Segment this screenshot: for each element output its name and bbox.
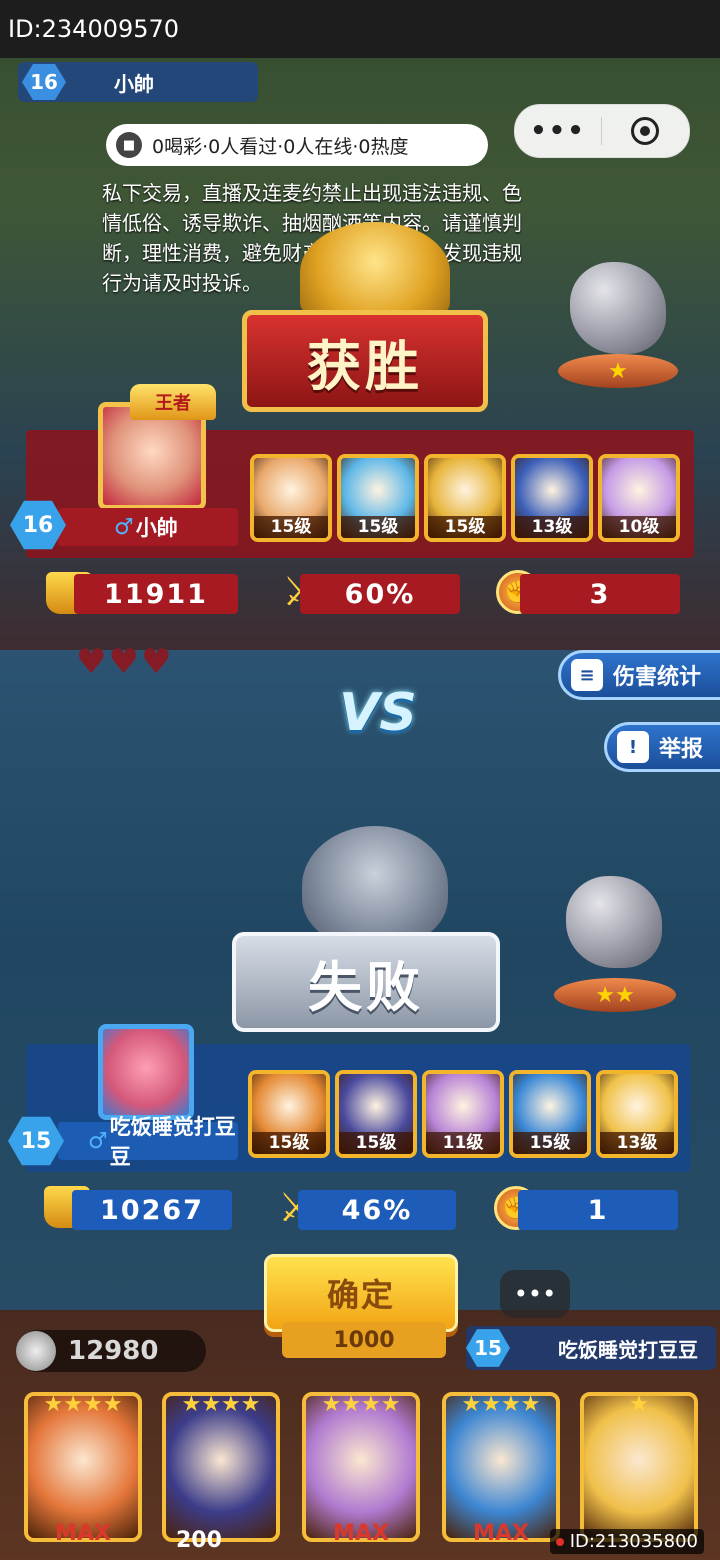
report-label: 举报 (659, 737, 704, 762)
card-max-label: MAX (473, 1521, 529, 1546)
loser-wins: 1 (518, 1190, 678, 1230)
loser-avatar[interactable] (98, 1024, 194, 1120)
winner-hero-card[interactable]: 15级 (250, 454, 332, 542)
king-crown-badge: 王者 (130, 384, 216, 420)
opponent-info-bar: 15 吃饭睡觉打豆豆 (466, 1326, 716, 1370)
male-gender-icon: ♂ (114, 514, 134, 540)
hero-level: 11级 (426, 1132, 500, 1154)
winner-hero-card[interactable]: 15级 (337, 454, 419, 542)
loser-hero-card[interactable]: 13级 (596, 1070, 678, 1158)
loser-win-rate: 46% (298, 1190, 456, 1230)
deck-card[interactable]: ★ (580, 1392, 698, 1542)
loser-name-tag: ♂ 吃饭睡觉打豆豆 (58, 1115, 238, 1169)
target-circle-icon (631, 117, 659, 145)
victory-banner: 获胜 (242, 310, 488, 412)
damage-stats-button[interactable]: ≡ 伤害统计 (558, 650, 720, 700)
loser-name: 吃饭睡觉打豆豆 (109, 1115, 236, 1169)
live-status-text: 0喝彩·0人看过·0人在线·0热度 (152, 135, 409, 158)
loser-hero-card[interactable]: 11级 (422, 1070, 504, 1158)
loser-trophy-count: 10267 (72, 1190, 232, 1230)
loser-hero-card[interactable]: 15级 (335, 1070, 417, 1158)
miniprogram-capsule: ••• (514, 104, 690, 158)
report-button[interactable]: ! 举报 (604, 722, 720, 772)
loser-hero-card[interactable]: 15级 (509, 1070, 591, 1158)
hero-level: 15级 (252, 1132, 326, 1154)
card-max-label: MAX (333, 1521, 389, 1546)
rock-icon (566, 876, 662, 968)
winner-wins: 3 (520, 574, 680, 614)
deck-card[interactable]: ★★★★ MAX (442, 1392, 560, 1546)
card-stars: ★★★★ (43, 1392, 123, 1417)
live-dot-icon (555, 1538, 564, 1546)
deck-card[interactable]: ★★★★ MAX (24, 1392, 142, 1546)
lock-icon: ■ (116, 132, 142, 158)
hero-level: 15级 (339, 1132, 413, 1154)
versus-label: VS (339, 683, 417, 743)
defeat-banner: 失败 (232, 932, 500, 1032)
more-dots-icon[interactable]: ••• (515, 116, 601, 146)
coin-balance: 12980 (16, 1330, 206, 1372)
hero-level: 15级 (341, 516, 415, 538)
top-id-label: ID:234009570 (0, 0, 720, 58)
winner-trophy-count: 11911 (74, 574, 238, 614)
notice-line: 私下交易，直播及连麦约禁止出现违法违规、色 (102, 181, 522, 205)
rock-icon (570, 262, 666, 354)
card-stars: ★ (629, 1392, 649, 1417)
hero-level: 13级 (600, 1132, 674, 1154)
winner-hero-card[interactable]: 10级 (598, 454, 680, 542)
deck-card[interactable]: ★★★★ (162, 1392, 280, 1542)
defeated-knight-icon (302, 826, 448, 946)
close-target-button[interactable] (602, 117, 688, 145)
chat-bubble-button[interactable]: ••• (500, 1270, 570, 1318)
loser-hero-card[interactable]: 15级 (248, 1070, 330, 1158)
confirm-button[interactable]: 确定 (264, 1254, 458, 1332)
center-value-tag: 1000 (282, 1322, 446, 1358)
opponent-level-badge: 15 (466, 1329, 510, 1367)
winner-name-tag: ♂ 小帥 (58, 508, 238, 546)
opponent-name: 吃饭睡觉打豆豆 (558, 1337, 698, 1362)
card-stars: ★★★★ (181, 1392, 261, 1417)
rock-pedestal-stars: ★★ (554, 978, 676, 1012)
card-max-label: MAX (55, 1521, 111, 1546)
hero-level: 13级 (515, 516, 589, 538)
top-player-hud: 16 小帥 (18, 62, 258, 102)
victory-trophy-icon (300, 222, 450, 322)
male-gender-icon: ♂ (88, 1128, 108, 1154)
damage-stats-label: 伤害统计 (613, 665, 702, 690)
card-stars: ★★★★ (461, 1392, 541, 1417)
winner-name: 小帥 (135, 516, 178, 540)
live-status-pill: ■ 0喝彩·0人看过·0人在线·0热度 (106, 124, 488, 166)
top-hud-name: 小帥 (114, 72, 154, 96)
hero-level: 15级 (513, 1132, 587, 1154)
damage-stats-icon: ≡ (571, 659, 603, 691)
hero-level: 15级 (428, 516, 502, 538)
bottom-id-label: ID:213035800 (549, 1529, 704, 1554)
rock-pedestal-stars: ★ (558, 354, 678, 388)
coin-amount: 12980 (68, 1336, 159, 1366)
hero-level: 10级 (602, 516, 676, 538)
card-stars: ★★★★ (321, 1392, 401, 1417)
card-cost: 200 (176, 1528, 222, 1553)
winner-hero-card[interactable]: 15级 (424, 454, 506, 542)
winner-win-rate: 60% (300, 574, 460, 614)
hero-level: 15级 (254, 516, 328, 538)
shield-alert-icon: ! (617, 731, 649, 763)
winner-hero-card[interactable]: 13级 (511, 454, 593, 542)
deck-card[interactable]: ★★★★ MAX (302, 1392, 420, 1546)
top-hud-level-badge: 16 (22, 64, 66, 100)
coin-icon (16, 1331, 56, 1371)
bottom-id-text: ID:213035800 (569, 1531, 698, 1552)
